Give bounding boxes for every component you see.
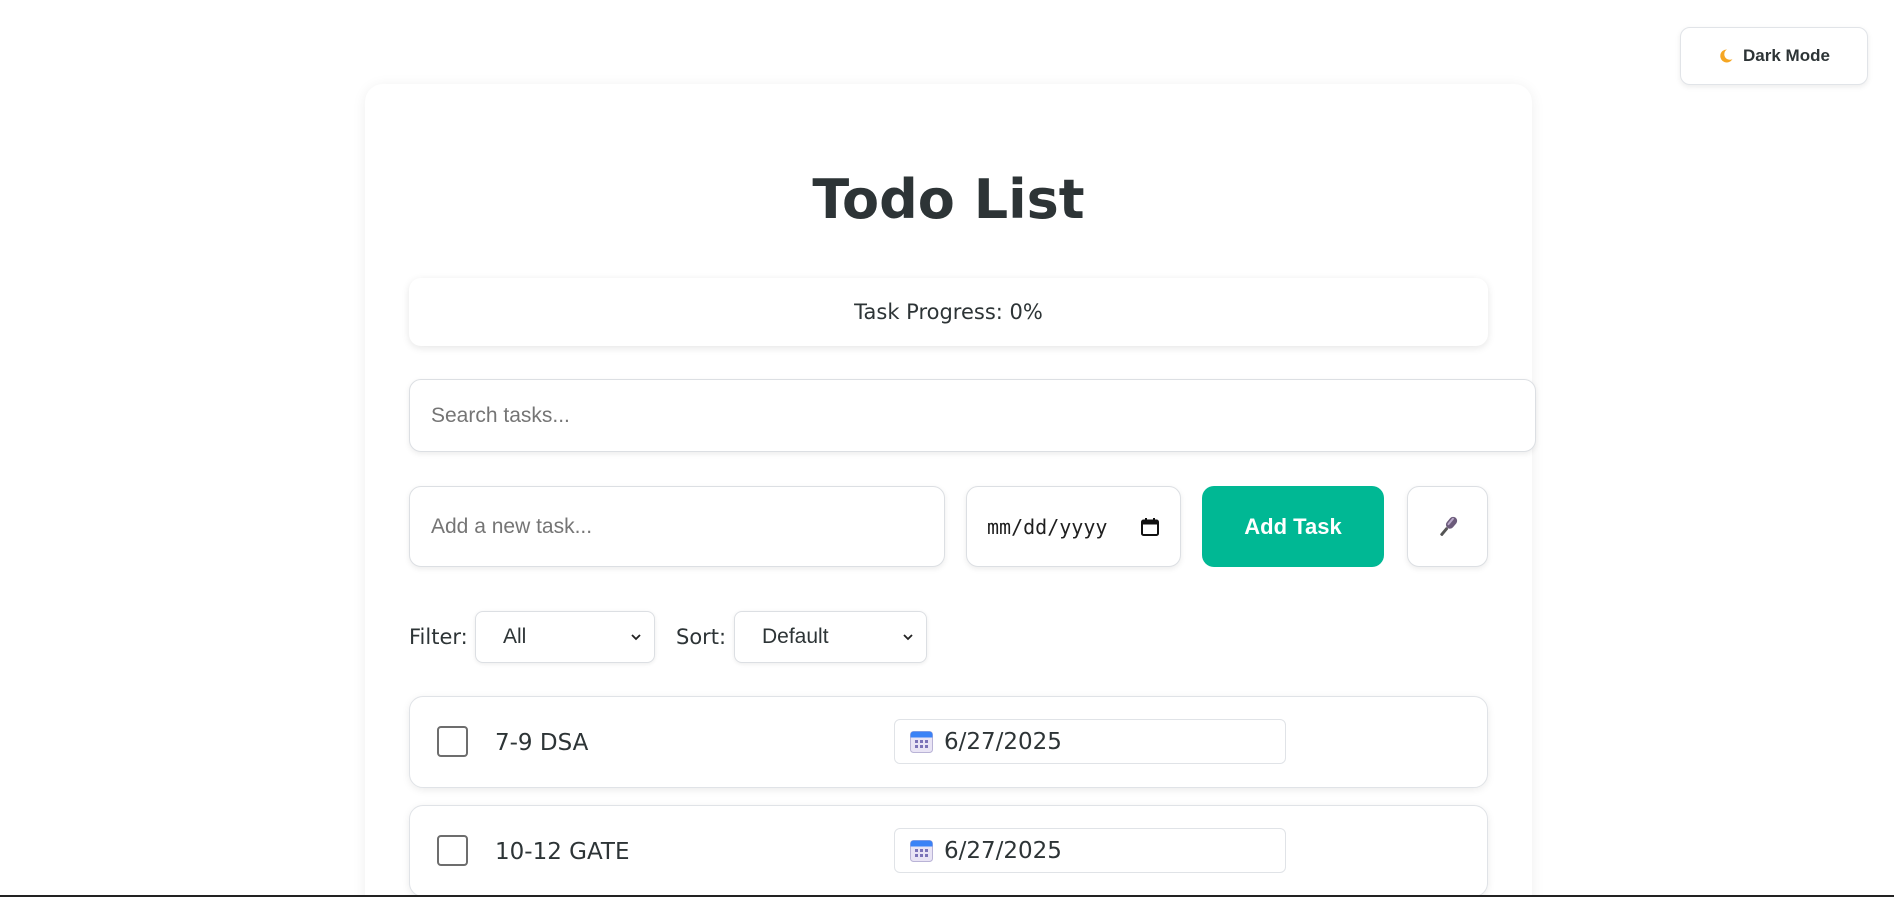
dark-mode-label: Dark Mode (1743, 46, 1830, 65)
task-due-date[interactable]: 6/27/2025 (894, 719, 1286, 764)
voice-input-button[interactable] (1407, 486, 1488, 567)
due-date-text: 6/27/2025 (944, 728, 1062, 755)
task-checkbox[interactable] (437, 726, 468, 757)
chevron-down-icon (903, 634, 913, 641)
page-title: Todo List (812, 168, 1085, 231)
calendar-icon[interactable] (1140, 517, 1160, 537)
chevron-down-icon (631, 634, 641, 641)
progress-text: Task Progress: 0% (854, 300, 1043, 324)
task-text[interactable]: 10-12 GATE (495, 835, 630, 869)
task-item: 7-9 DSA 6/27/2025 (409, 696, 1488, 788)
todo-app: Dark Mode Todo List Task Progress: 0% mm… (0, 0, 1894, 897)
date-placeholder: mm/dd/yyyy (987, 514, 1108, 539)
due-date-input[interactable]: mm/dd/yyyy (966, 486, 1181, 567)
task-checkbox[interactable] (437, 835, 468, 866)
filter-select[interactable]: All (475, 611, 655, 663)
moon-icon (1720, 49, 1733, 63)
calendar-icon (910, 731, 933, 753)
microphone-icon (1439, 516, 1457, 536)
task-item: 10-12 GATE 6/27/2025 (409, 805, 1488, 897)
sort-select[interactable]: Default (734, 611, 927, 663)
dark-mode-button[interactable]: Dark Mode (1680, 27, 1868, 85)
sort-label: Sort: (676, 625, 727, 649)
due-date-text: 6/27/2025 (944, 837, 1062, 864)
new-task-input[interactable] (409, 486, 945, 567)
search-input[interactable] (409, 379, 1536, 452)
calendar-icon (910, 840, 933, 862)
filter-selected: All (503, 625, 527, 648)
filter-label: Filter: (409, 625, 468, 649)
task-text[interactable]: 7-9 DSA (495, 726, 588, 760)
sort-selected: Default (762, 625, 829, 648)
task-due-date[interactable]: 6/27/2025 (894, 828, 1286, 873)
task-progress: Task Progress: 0% (409, 278, 1488, 346)
add-task-button[interactable]: Add Task (1202, 486, 1384, 567)
